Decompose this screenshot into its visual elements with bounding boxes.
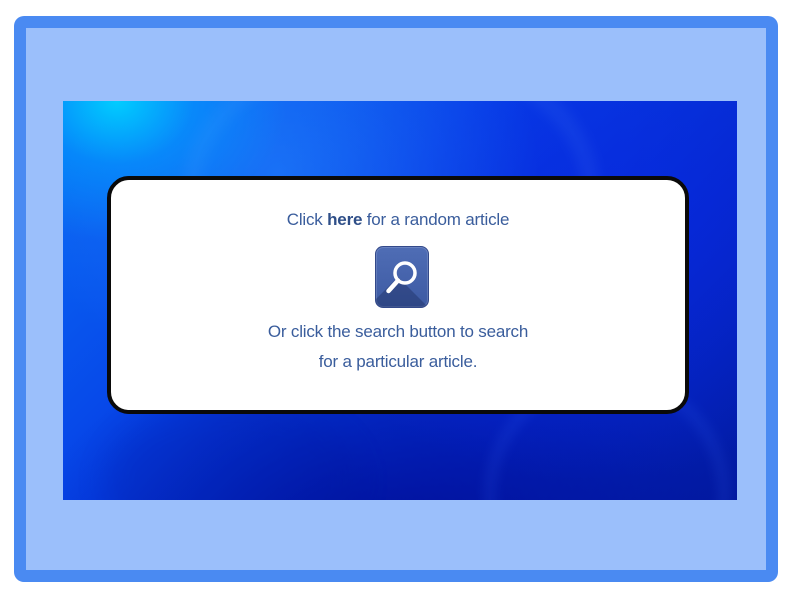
magnifier-icon xyxy=(386,261,417,294)
banner-decoration xyxy=(103,401,363,500)
search-instruction-line-2: for a particular article. xyxy=(318,352,478,371)
random-article-line: Click here for a random article xyxy=(111,210,685,230)
search-button[interactable] xyxy=(375,246,429,308)
random-article-prefix: Click xyxy=(286,210,328,229)
message-card: Click here for a random article Or click… xyxy=(107,176,689,414)
random-article-suffix: for a random article xyxy=(362,210,510,229)
search-instruction-line-1: Or click the search button to search xyxy=(267,322,529,341)
random-article-link[interactable]: here xyxy=(327,210,362,229)
